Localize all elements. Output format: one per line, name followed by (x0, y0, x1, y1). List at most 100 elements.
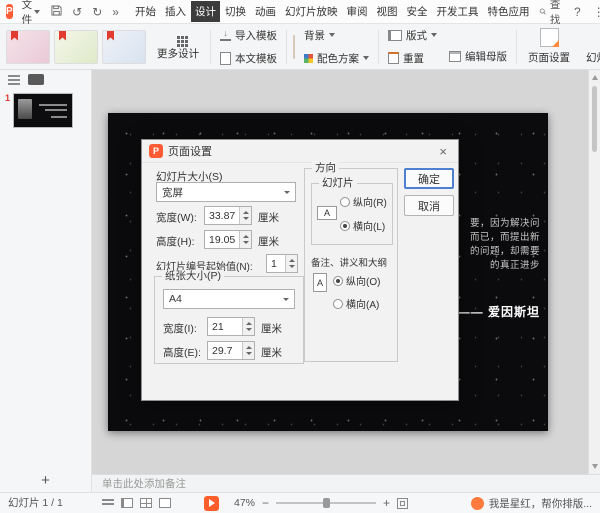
tab-transition[interactable]: 切换 (221, 1, 250, 22)
outline-view-icon[interactable] (8, 75, 20, 85)
edit-master-button[interactable]: 编辑母版 (446, 47, 510, 66)
cancel-button[interactable]: 取消 (404, 195, 454, 216)
help-icon[interactable]: ? (572, 6, 583, 18)
import-template-button[interactable]: ↓ 导入模板 (217, 26, 280, 45)
paper-width-spinner[interactable] (242, 318, 254, 335)
close-icon[interactable]: × (435, 144, 451, 159)
notes-landscape-radio[interactable]: 横向(A) (333, 296, 379, 311)
ribbon: 更多设计 ↓ 导入模板 本文模板 背景 配色方案 (0, 24, 600, 70)
search-icon (539, 6, 546, 17)
tab-security[interactable]: 安全 (402, 1, 431, 22)
slide-number-spinner[interactable] (285, 255, 297, 272)
layout-button[interactable]: 版式 (385, 26, 440, 45)
paper-width-value: 21 (208, 318, 242, 335)
wps-presentation-window: P 文件 ↺ ↻ » 开始 插入 设计 切换 动画 幻灯片放映 审阅 视图 安全… (0, 0, 600, 513)
height-input[interactable]: 19.05 (204, 230, 252, 249)
zoom-slider-thumb[interactable] (323, 498, 330, 508)
notes-bar[interactable]: 单击此处添加备注 (92, 474, 600, 492)
zoom-out-icon[interactable]: − (262, 497, 269, 509)
template-thumbnail[interactable] (6, 30, 50, 64)
undo-icon[interactable]: ↺ (70, 6, 84, 18)
ribbon-tabs: 开始 插入 设计 切换 动画 幻灯片放映 审阅 视图 安全 开发工具 特色应用 (131, 1, 534, 22)
width-input[interactable]: 33.87 (204, 206, 252, 225)
slide-number: 1 (5, 93, 10, 103)
page-setup-button[interactable]: 页面设置 (523, 26, 575, 67)
assistant-area[interactable]: 我是星红，帮你排版... (471, 493, 592, 513)
slides-legend: 幻灯片 (319, 177, 357, 189)
slide-landscape-label: 横向(L) (353, 218, 385, 233)
more-commands-icon[interactable]: » (110, 6, 121, 18)
fit-to-window-icon[interactable] (397, 498, 408, 509)
assistant-message: 我是星红，帮你排版... (489, 496, 592, 511)
dialog-titlebar[interactable]: P 页面设置 × (142, 140, 458, 163)
paper-height-input[interactable]: 29.7 (207, 341, 255, 360)
notes-toggle-icon[interactable] (102, 499, 114, 507)
normal-view-icon[interactable] (121, 498, 133, 508)
overflow-menu-icon[interactable]: ⋮ (591, 6, 600, 18)
slide-sorter-view-icon[interactable] (140, 498, 152, 508)
tab-insert[interactable]: 插入 (161, 1, 190, 22)
slide-1-thumbnail[interactable] (13, 93, 73, 128)
play-slideshow-button[interactable] (204, 496, 219, 511)
layout-icon (388, 30, 402, 41)
tab-design[interactable]: 设计 (191, 1, 220, 22)
thumbnail-view-icon[interactable] (28, 74, 44, 85)
paper-size-select[interactable]: A4 (163, 289, 295, 309)
template-thumbnail[interactable] (102, 30, 146, 64)
paper-width-input[interactable]: 21 (207, 317, 255, 336)
wps-logo-icon[interactable]: P (6, 4, 13, 19)
scroll-down-icon[interactable] (592, 464, 598, 469)
download-icon: ↓ (220, 29, 231, 41)
slide-number-start-input[interactable]: 1 (266, 254, 298, 273)
slide-size-button[interactable]: 幻灯片大小 (581, 26, 600, 67)
file-menu-label: 文件 (22, 0, 33, 27)
text-template-label: 本文模板 (235, 51, 277, 66)
slide-size-select[interactable]: 宽屏 (156, 182, 296, 202)
reading-view-icon[interactable] (159, 498, 171, 508)
tab-animation[interactable]: 动画 (251, 1, 280, 22)
paper-height-spinner[interactable] (242, 342, 254, 359)
scroll-up-icon[interactable] (592, 75, 598, 80)
zoom-in-icon[interactable]: + (383, 497, 390, 509)
ok-button[interactable]: 确定 (404, 168, 454, 189)
tab-devtools[interactable]: 开发工具 (432, 1, 482, 22)
tab-review[interactable]: 审阅 (342, 1, 371, 22)
zoom-percentage[interactable]: 47% (234, 497, 255, 509)
paper-width-label: 宽度(I): (163, 321, 197, 336)
reset-button[interactable]: 重置 (385, 49, 440, 68)
separator (378, 30, 379, 64)
color-scheme-button[interactable]: 配色方案 (301, 49, 372, 68)
save-icon[interactable] (49, 5, 64, 18)
slide-portrait-radio[interactable]: 纵向(R) (340, 194, 387, 209)
template-thumbnail[interactable] (54, 30, 98, 64)
height-spinner[interactable] (239, 231, 251, 248)
color-scheme-label: 配色方案 (317, 51, 359, 66)
redo-icon[interactable]: ↻ (90, 6, 104, 18)
zoom-slider[interactable] (276, 497, 376, 509)
background-button[interactable]: 背景 (301, 26, 372, 45)
scrollbar-thumb[interactable] (592, 86, 597, 152)
tab-slideshow[interactable]: 幻灯片放映 (281, 1, 342, 22)
vertical-scrollbar[interactable] (588, 70, 600, 474)
notes-portrait-radio[interactable]: 纵向(O) (333, 273, 380, 288)
statusbar: 幻灯片 1 / 1 47% − + 我是星红，帮你排版... (0, 492, 600, 513)
tab-view[interactable]: 视图 (372, 1, 401, 22)
more-designs-button[interactable]: 更多设计 (152, 31, 204, 63)
design-template-gallery (6, 30, 146, 64)
slide-text-line: 的真正进步 (470, 259, 540, 273)
chevron-down-icon (34, 10, 40, 14)
tab-special[interactable]: 特色应用 (483, 1, 533, 22)
tab-home[interactable]: 开始 (131, 1, 160, 22)
add-slide-button[interactable]: + (0, 472, 91, 490)
width-spinner[interactable] (239, 207, 251, 224)
palette-icon (304, 54, 313, 63)
height-value: 19.05 (205, 231, 239, 248)
slide-text-line: 的问题，却需要 (470, 245, 540, 259)
grid-icon (177, 36, 180, 39)
slide-landscape-radio[interactable]: 横向(L) (340, 218, 385, 233)
edit-master-label: 编辑母版 (465, 49, 507, 64)
assistant-avatar (471, 497, 484, 510)
search-button[interactable]: 查找 (539, 0, 564, 27)
height-label: 高度(H): (156, 234, 195, 249)
text-template-button[interactable]: 本文模板 (217, 49, 280, 68)
